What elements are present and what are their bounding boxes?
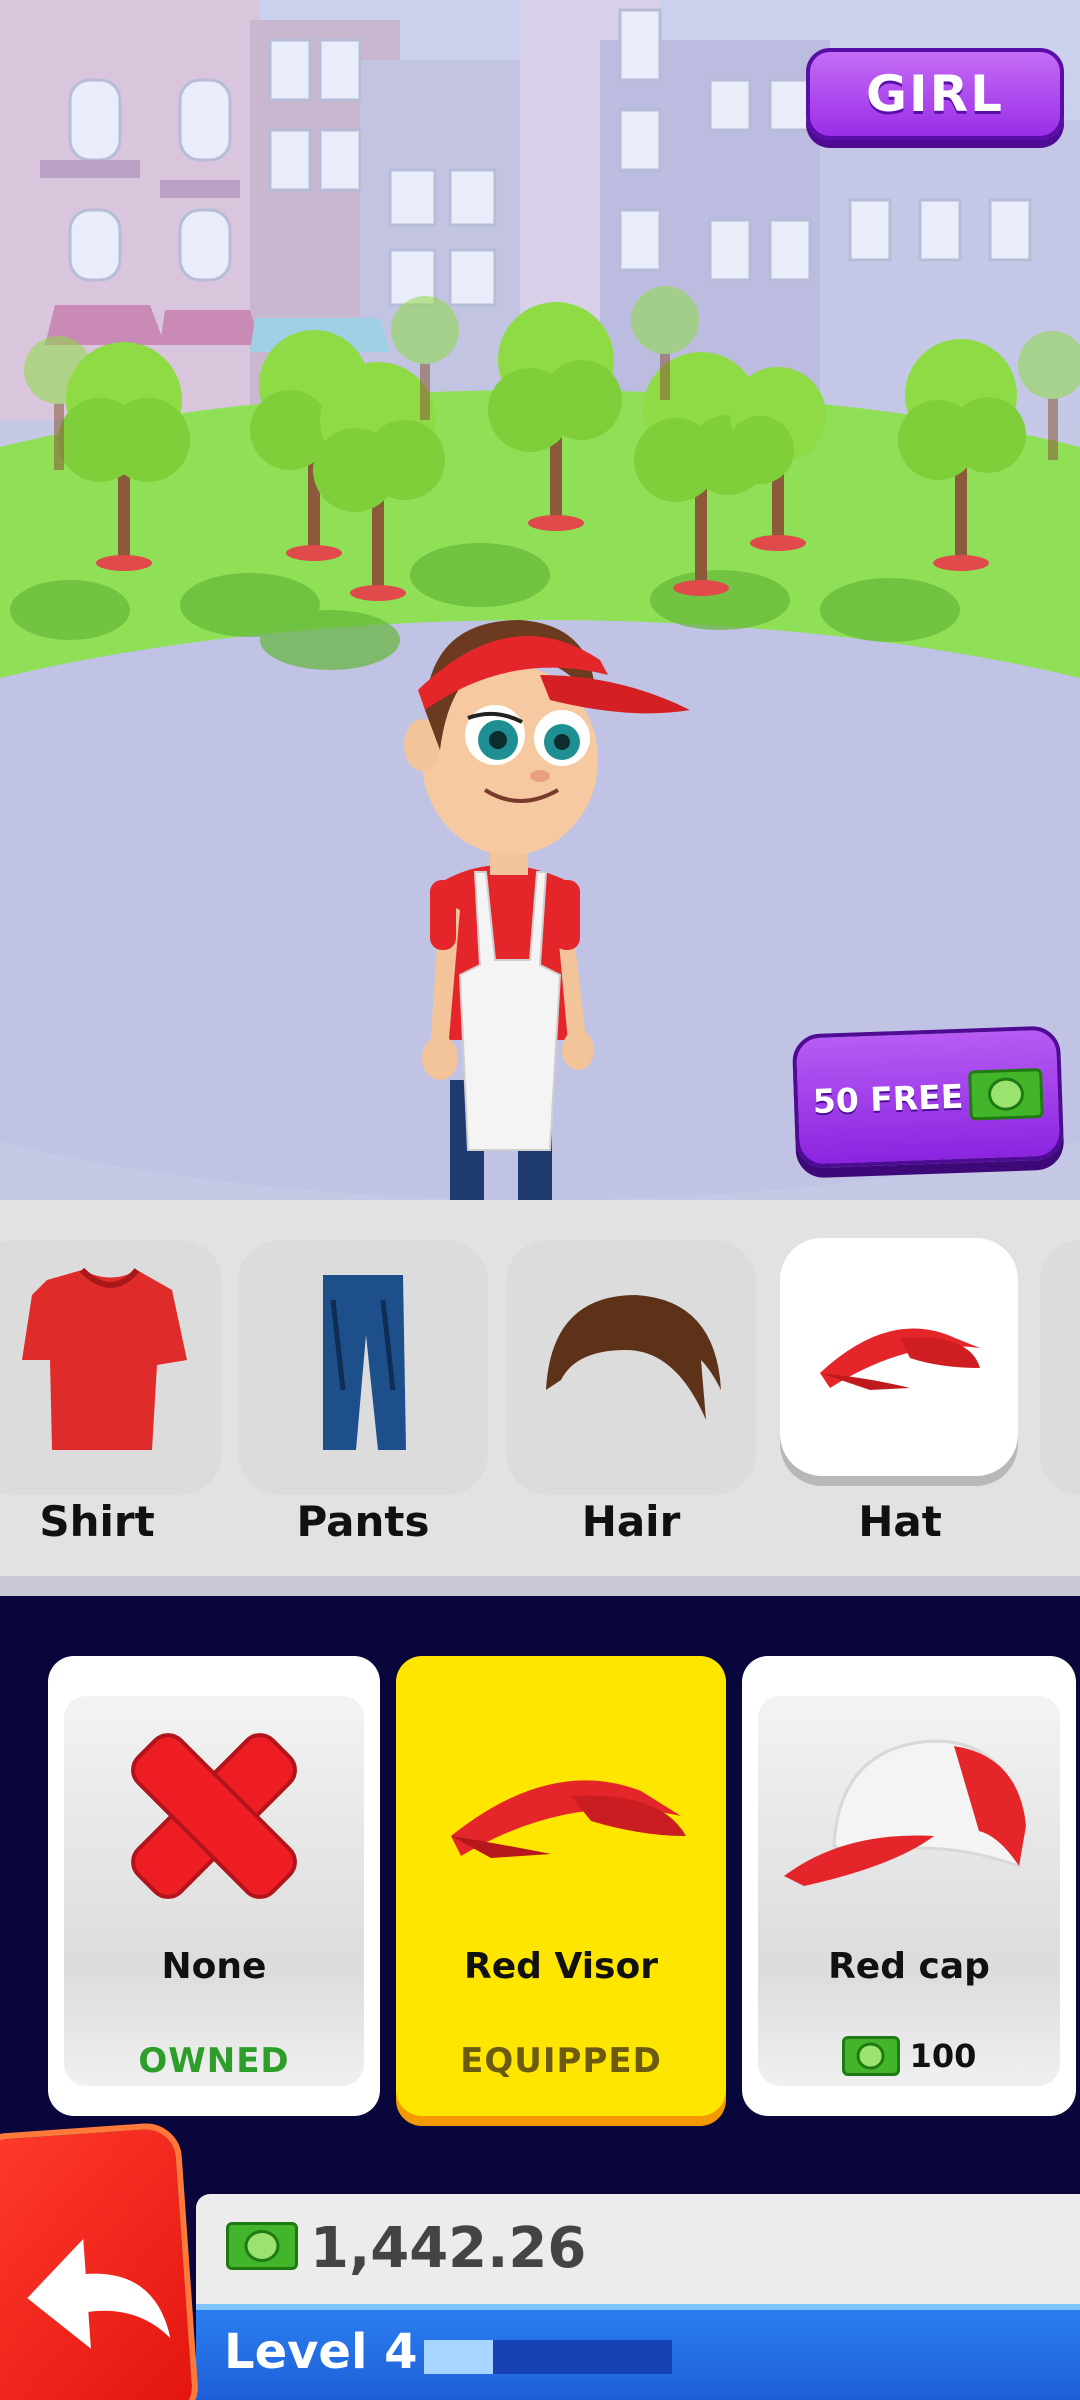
category-hair[interactable] [506,1240,756,1495]
item-name-red-cap: Red cap [828,1946,990,1987]
item-card-none[interactable]: None OWNED [48,1656,380,2116]
level-progress-track [424,2340,672,2374]
item-price-red-cap: 100 [909,2037,977,2075]
back-arrow-icon [27,2239,171,2349]
level-label: Level 4 [224,2324,418,2380]
shirt-icon [22,1267,187,1450]
cash-icon [841,2036,900,2076]
category-label-hair: Hair [581,1497,681,1546]
category-label-pants: Pants [296,1497,430,1546]
level-bar: Level 4 [196,2304,1080,2400]
category-label-shirt: Shirt [39,1497,155,1546]
back-button[interactable] [0,2121,201,2400]
item-name-red-visor: Red Visor [464,1946,658,1987]
player-character [404,620,690,1200]
gender-toggle-label: GIRL [865,65,1004,123]
gender-toggle-button[interactable]: GIRL [806,48,1064,140]
pants-icon [323,1275,406,1450]
item-status-none: OWNED [138,2041,290,2081]
free-money-offer-button[interactable]: 50 FREE [791,1025,1065,1169]
character-preview-scene: GIRL 50 FREE [0,0,1080,1200]
category-next-peek[interactable] [1040,1240,1080,1495]
red-visor-icon [451,1780,686,1858]
item-card-red-visor[interactable]: Red Visor EQUIPPED [396,1656,726,2116]
item-card-red-cap[interactable]: Red cap 100 [742,1656,1076,2116]
cash-icon [968,1067,1045,1121]
category-pants[interactable] [238,1240,488,1495]
cash-icon [226,2222,298,2270]
level-progress-fill [424,2340,494,2374]
offer-label: 50 FREE [812,1076,964,1121]
item-price-red-cap-row: 100 [742,2036,1076,2076]
hat-icon [820,1328,980,1390]
category-shirt[interactable] [0,1240,222,1495]
none-x-icon [131,1733,297,1899]
item-status-red-visor: EQUIPPED [460,2041,662,2081]
hair-icon [546,1295,721,1420]
category-label-hat: Hat [858,1497,942,1546]
money-display: 1,442.26 [196,2194,1080,2304]
red-cap-icon [784,1739,1026,1886]
item-name-none: None [161,1946,267,1987]
money-value: 1,442.26 [310,2216,587,2281]
category-hat[interactable] [780,1238,1018,1476]
